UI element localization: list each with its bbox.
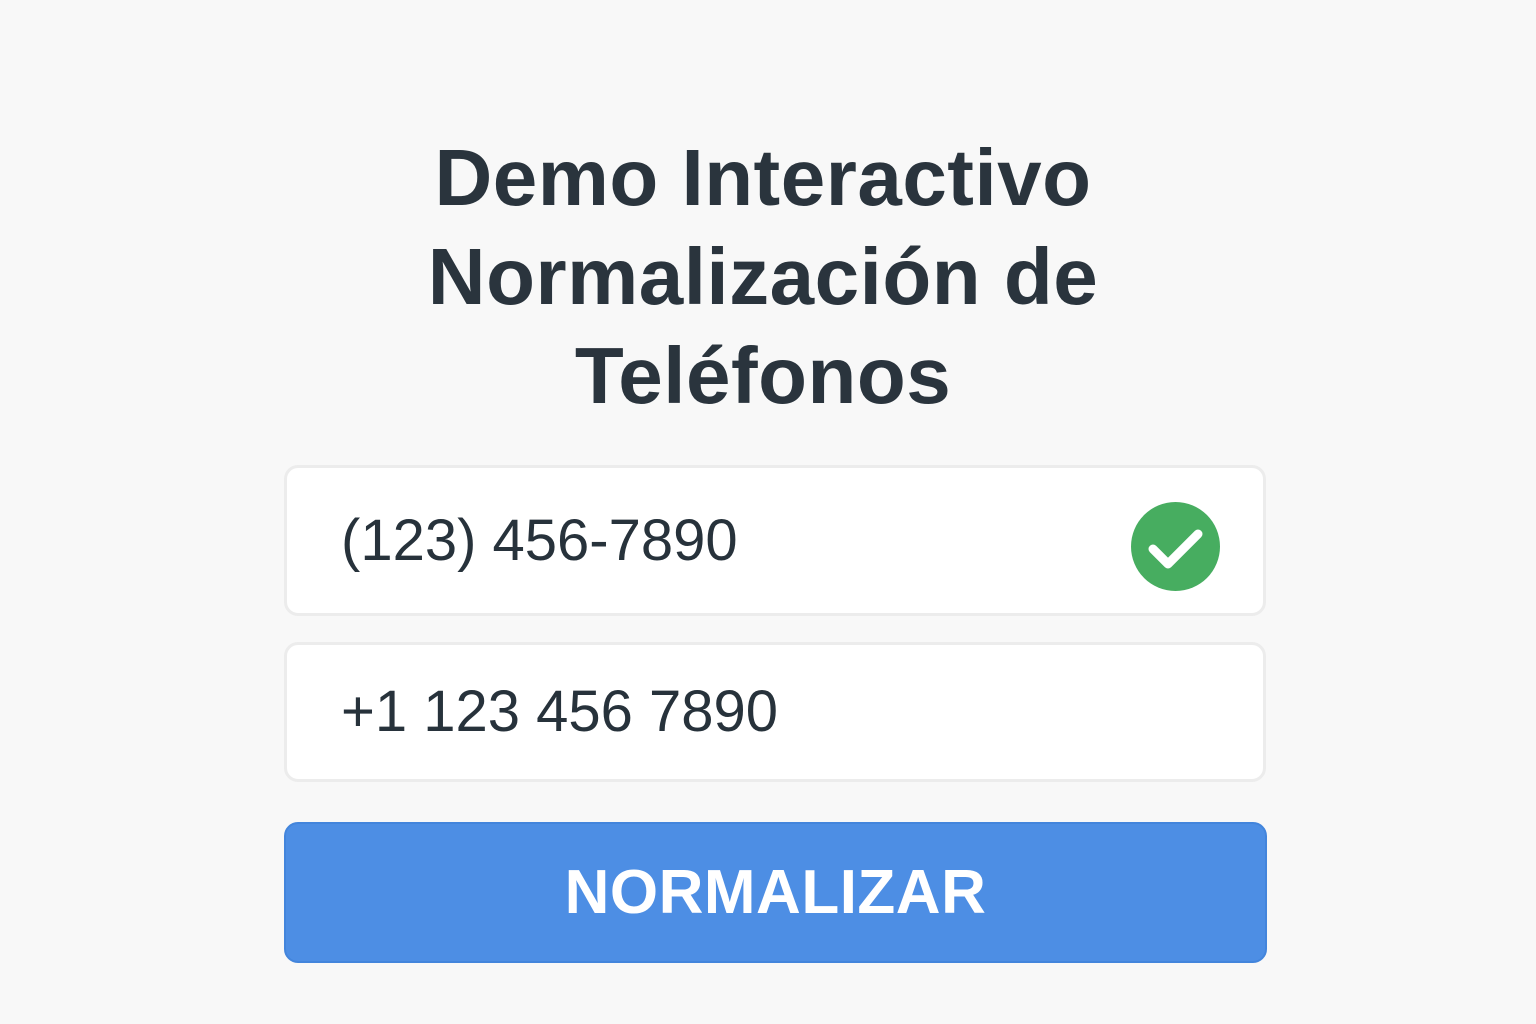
normalized-phone-value[interactable]: +1 123 456 7890 bbox=[341, 677, 778, 747]
phone-input-field[interactable]: (123) 456-7890 bbox=[284, 465, 1266, 616]
page-title-line-1: Demo Interactivo bbox=[434, 133, 1092, 222]
normalized-phone-field[interactable]: +1 123 456 7890 bbox=[284, 642, 1266, 782]
normalize-button[interactable]: NORMALIZAR bbox=[284, 822, 1267, 963]
page-title-line-2: Normalización de bbox=[427, 232, 1099, 321]
page-title: Demo Interactivo Normalización de Teléfo… bbox=[368, 128, 1158, 425]
page-title-line-3: Teléfonos bbox=[574, 331, 952, 420]
check-circle-icon bbox=[1131, 502, 1220, 591]
phone-input-value[interactable]: (123) 456-7890 bbox=[341, 506, 738, 576]
